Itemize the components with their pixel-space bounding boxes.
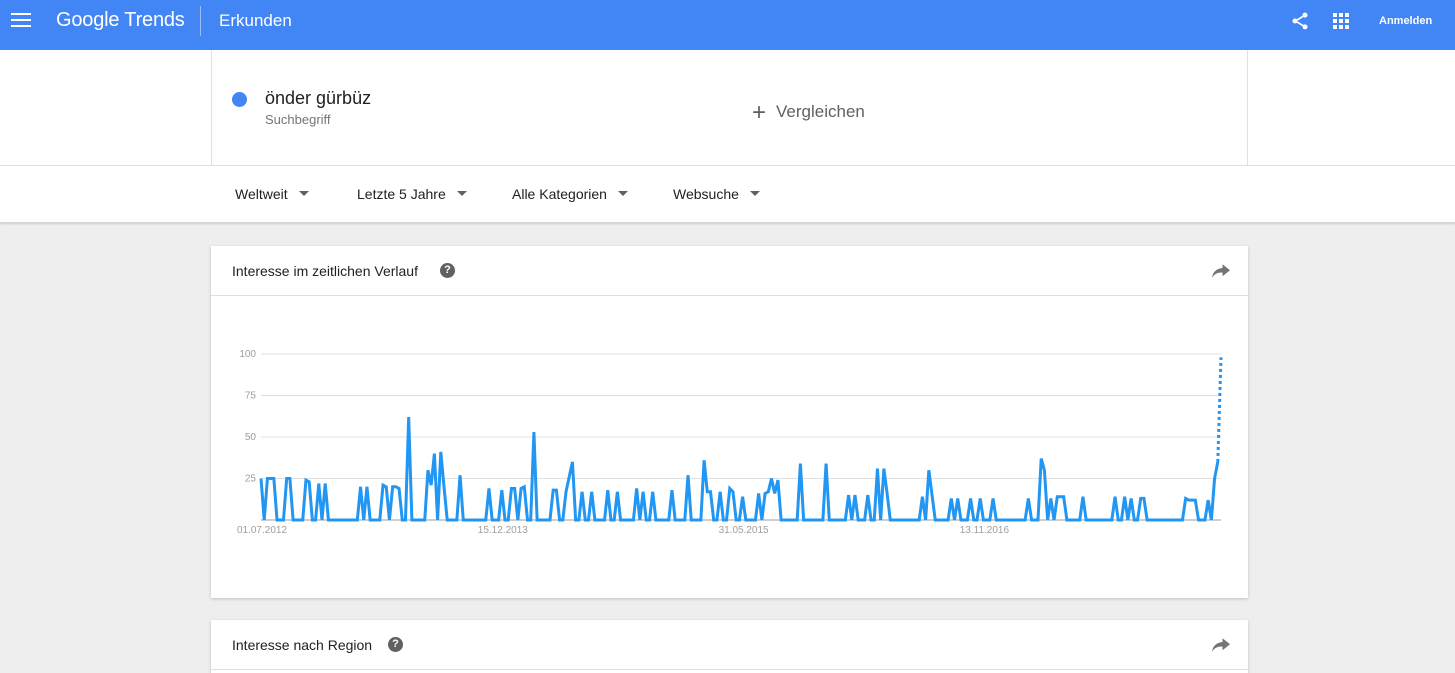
card-header: Interesse im zeitlichen Verlauf ?	[211, 246, 1248, 296]
filter-time-label: Letzte 5 Jahre	[357, 186, 446, 202]
y-tick-label: 100	[239, 349, 256, 360]
top-app-bar: Google Trends Erkunden Anmelden	[0, 0, 1455, 50]
search-terms-box: önder gürbüz Suchbegriff + Vergleichen	[211, 50, 1248, 166]
page-title: Erkunden	[219, 11, 292, 30]
chevron-down-icon	[298, 191, 309, 196]
compare-label: Vergleichen	[776, 102, 865, 121]
chevron-down-icon	[456, 191, 467, 196]
term-color-dot	[232, 92, 247, 107]
chevron-down-icon	[749, 191, 760, 196]
card-header: Interesse nach Region ?	[211, 620, 1248, 670]
filter-bar: Weltweit Letzte 5 Jahre Alle Kategorien …	[0, 166, 1455, 223]
y-tick-label: 50	[245, 432, 257, 443]
compare-button[interactable]: + Vergleichen	[752, 99, 865, 127]
logo-google-text: Google	[56, 9, 120, 31]
x-tick-label: 31.05.2015	[719, 525, 769, 536]
x-tick-label: 13.11.2016	[960, 525, 1010, 536]
google-trends-logo[interactable]: Google Trends	[56, 9, 185, 32]
filter-search-type[interactable]: Websuche	[673, 186, 760, 202]
filter-region[interactable]: Weltweit	[235, 186, 309, 202]
share-arrow-icon[interactable]	[1212, 638, 1230, 652]
filter-search-type-label: Websuche	[673, 186, 739, 202]
help-icon[interactable]: ?	[388, 637, 403, 652]
card-title: Interesse nach Region	[232, 637, 373, 653]
apps-grid-icon[interactable]	[1333, 13, 1349, 29]
interest-by-region-card: Interesse nach Region ?	[211, 620, 1248, 673]
series-line-partial	[1216, 357, 1223, 462]
card-title: Interesse im zeitlichen Verlauf	[232, 263, 418, 279]
search-term-type: Suchbegriff	[265, 112, 331, 127]
share-icon[interactable]	[1290, 11, 1310, 31]
share-arrow-icon[interactable]	[1212, 264, 1230, 278]
series-line	[259, 417, 1220, 522]
search-area: önder gürbüz Suchbegriff + Vergleichen	[0, 50, 1455, 166]
filter-region-label: Weltweit	[235, 186, 288, 202]
search-term[interactable]: önder gürbüz	[265, 88, 371, 109]
menu-icon[interactable]	[11, 13, 31, 29]
interest-over-time-card: Interesse im zeitlichen Verlauf ? 100 75 5…	[211, 246, 1248, 598]
plus-icon: +	[752, 99, 767, 126]
filter-time-range[interactable]: Letzte 5 Jahre	[357, 186, 467, 202]
sign-in-button[interactable]: Anmelden	[1379, 15, 1432, 27]
filter-category[interactable]: Alle Kategorien	[512, 186, 628, 202]
logo-trends-text: Trends	[124, 9, 185, 31]
chevron-down-icon	[617, 191, 628, 196]
header-divider	[200, 6, 201, 36]
interest-line-chart[interactable]: 100 75 50 25 01.07.2012 15.12.2013 31.05.2015 1…	[211, 296, 1248, 596]
y-tick-label: 25	[245, 474, 257, 485]
help-icon[interactable]: ?	[440, 263, 455, 278]
y-tick-label: 75	[245, 391, 257, 402]
x-tick-label: 15.12.2013	[478, 525, 528, 536]
x-tick-label: 01.07.2012	[237, 525, 287, 536]
filter-category-label: Alle Kategorien	[512, 186, 607, 202]
